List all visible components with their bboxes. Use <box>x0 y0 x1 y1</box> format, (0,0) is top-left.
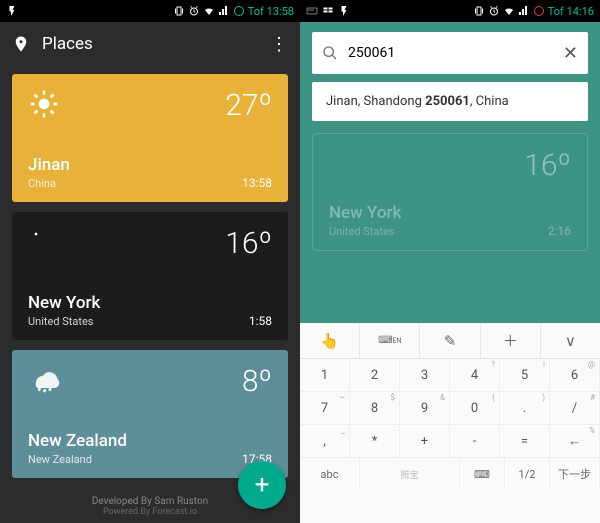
status-bar: Tof 13:58 <box>0 0 300 22</box>
temperature: 27º <box>225 88 272 123</box>
sun-icon <box>28 88 60 120</box>
footer-line2: Powered By Forecast.io <box>0 507 300 517</box>
kb-key[interactable]: - <box>450 425 500 458</box>
signal-icon <box>218 5 230 17</box>
country-name: New Zealand <box>28 453 127 466</box>
kb-key[interactable]: .) <box>500 392 550 425</box>
search-box[interactable]: ✕ <box>312 32 588 74</box>
keyboard: 👆 ⌨EN ✎ ＋ ∨ 1234?5!6@ 7~8$9&0(.)/# ,_*·+-=… <box>300 323 600 523</box>
kb-key[interactable]: 0( <box>450 392 500 425</box>
country-name: China <box>28 177 70 190</box>
keyboard-indicator-icon <box>306 5 318 17</box>
kb-key[interactable]: /# <box>550 392 600 425</box>
kb-next[interactable]: 下一步 <box>550 458 600 490</box>
moon-icon <box>329 148 361 180</box>
alarm-icon <box>488 5 500 17</box>
wifi-icon <box>203 5 215 17</box>
weather-card-newzealand[interactable]: 8º New Zealand New Zealand 17:58 <box>12 350 288 478</box>
weather-card-jinan[interactable]: 27º Jinan China 13:58 <box>12 74 288 202</box>
suggestion-pre: Jinan, Shandong <box>326 94 425 109</box>
kb-key[interactable]: ,_ <box>300 425 350 458</box>
kb-abc[interactable]: abc <box>300 458 360 490</box>
search-icon <box>322 45 338 61</box>
kb-key[interactable]: 6@ <box>550 359 600 392</box>
bolt-icon <box>338 5 350 17</box>
country-name: United States <box>28 315 100 328</box>
kb-key[interactable]: = <box>500 425 550 458</box>
battery-icon <box>533 5 545 17</box>
city-name: New York <box>329 203 401 223</box>
kb-key[interactable]: 7~ <box>300 392 350 425</box>
kb-key[interactable]: ←% <box>550 425 600 458</box>
keyboard-toolbar: 👆 ⌨EN ✎ ＋ ∨ <box>300 323 600 359</box>
rain-icon <box>28 364 60 396</box>
battery-icon <box>233 5 245 17</box>
city-name: Jinan <box>28 155 70 175</box>
kb-mic[interactable]: ⌨ <box>460 458 505 490</box>
temperature: 16º <box>225 226 272 261</box>
kb-tool-hand[interactable]: 👆 <box>300 323 360 358</box>
alarm-icon <box>188 5 200 17</box>
phone-right: Tof 14:16 ✕ Jinan, Shandong 250061, Chin… <box>300 0 600 523</box>
search-suggestion[interactable]: Jinan, Shandong 250061, China <box>312 82 588 121</box>
app-bar: Places ⋮ <box>0 22 300 66</box>
kb-tool-ime[interactable]: ⌨EN <box>360 323 420 358</box>
kb-tool-collapse[interactable]: ∨ <box>541 323 600 358</box>
overflow-menu-button[interactable]: ⋮ <box>270 34 288 55</box>
kb-key[interactable]: 5! <box>500 359 550 392</box>
cards-list: 27º Jinan China 13:58 16º New York Unite… <box>0 66 300 486</box>
wifi-icon <box>503 5 515 17</box>
wall-icon <box>322 5 334 17</box>
add-place-fab[interactable]: + <box>238 461 286 509</box>
country-name: United States <box>329 225 401 238</box>
temperature: 16º <box>524 148 571 183</box>
kb-key[interactable]: + <box>400 425 450 458</box>
pin-icon <box>12 35 30 53</box>
clear-search-button[interactable]: ✕ <box>563 43 578 64</box>
kb-page[interactable]: 1/2 <box>505 458 550 490</box>
status-time: Tof 14:16 <box>548 5 594 18</box>
kb-key[interactable]: 9& <box>400 392 450 425</box>
page-title: Places <box>42 34 270 54</box>
local-time: 13:58 <box>242 176 272 190</box>
keyboard-bottom-row: abc 腾宝 ⌨ 1/2 下一步 <box>300 458 600 490</box>
kb-key[interactable]: 1 <box>300 359 350 392</box>
local-time: 2:16 <box>548 224 571 238</box>
city-name: New Zealand <box>28 431 127 451</box>
kb-key[interactable]: 8$ <box>350 392 400 425</box>
phone-left: Tof 13:58 Places ⋮ 27º Jinan China 13:58 <box>0 0 300 523</box>
weather-card-newyork[interactable]: 16º New York United States 1:58 <box>12 212 288 340</box>
keyboard-grid: 1234?5!6@ 7~8$9&0(.)/# ,_*·+-=←% <box>300 359 600 458</box>
moon-icon <box>28 226 60 258</box>
city-name: New York <box>28 293 100 313</box>
vibrate-icon <box>173 5 185 17</box>
vibrate-icon <box>473 5 485 17</box>
bolt-icon <box>6 5 18 17</box>
kb-key[interactable]: 4? <box>450 359 500 392</box>
kb-key[interactable]: 2 <box>350 359 400 392</box>
ghost-weather-card: 16º New York United States 2:16 <box>312 133 588 251</box>
suggestion-bold: 250061 <box>425 94 470 109</box>
signal-icon <box>518 5 530 17</box>
kb-tool-plus[interactable]: ＋ <box>481 323 541 358</box>
temperature: 8º <box>242 364 272 399</box>
suggestion-post: , China <box>470 94 509 109</box>
kb-space[interactable]: 腾宝 <box>360 458 460 490</box>
local-time: 1:58 <box>249 314 272 328</box>
kb-tool-pen[interactable]: ✎ <box>420 323 480 358</box>
search-input[interactable] <box>348 45 553 61</box>
status-bar: Tof 14:16 <box>300 0 600 22</box>
status-time: Tof 13:58 <box>248 5 294 18</box>
kb-key[interactable]: 3 <box>400 359 450 392</box>
kb-key[interactable]: *· <box>350 425 400 458</box>
